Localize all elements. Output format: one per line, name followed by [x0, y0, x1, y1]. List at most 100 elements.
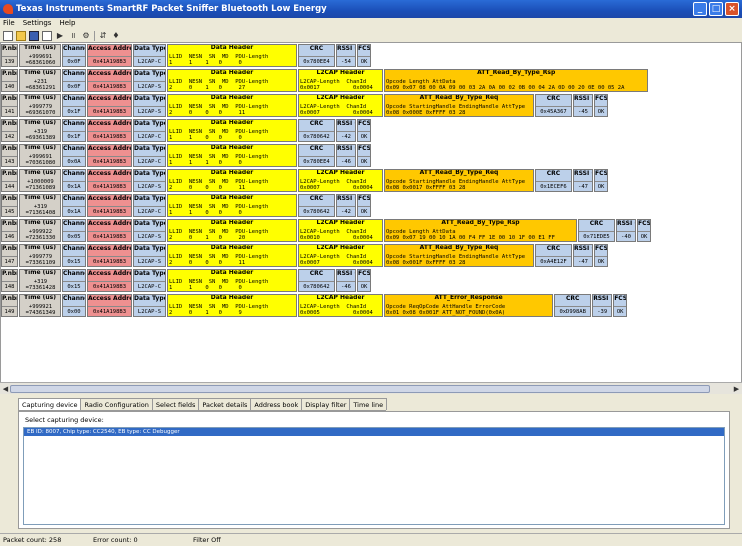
channel: Channel 0x15	[62, 269, 86, 292]
channel: Channel 0x1F	[62, 94, 86, 117]
att-payload-header: ATT_Read_By_Type_Req	[419, 244, 499, 251]
packet-number-value: 143	[2, 156, 17, 166]
packet-row[interactable]: P.nbr.145Time (us)+319=71361408Channel0x…	[1, 194, 371, 217]
data-type-value: L2CAP-C	[134, 131, 165, 141]
packet-row[interactable]: P.nbr.140Time (us)+231=68361291Channel0x…	[1, 69, 649, 92]
data-type-value: L2CAP-S	[134, 81, 165, 91]
menu-settings[interactable]: Settings	[23, 18, 52, 29]
packet-time-line: =69361389	[25, 135, 56, 141]
save-icon[interactable]	[29, 30, 39, 41]
data-type-header: Data Type	[134, 170, 166, 177]
packet-row[interactable]: P.nbr. 139Time (us)+999691=68361060Channe…	[1, 44, 371, 67]
tab-radio-configuration[interactable]: Radio Configuration	[80, 398, 153, 410]
access-address-header: Access Address	[88, 170, 131, 177]
packet-number-value: 146	[2, 231, 17, 241]
crc-value: 0x45A367	[536, 106, 571, 116]
packet-row[interactable]: P.nbr. 147Time (us)+999779=73361109Channe…	[1, 244, 608, 267]
fcs-header: FCS	[358, 120, 371, 127]
channel-value: 0x05	[63, 231, 85, 241]
crc-header: CRC	[565, 295, 580, 302]
data-header-header: Data Header	[210, 219, 254, 226]
packet-number-header: P.nbr.	[2, 295, 17, 302]
packet-list[interactable]: P.nbr.139Time (us)+999691=68361060Channe…	[0, 42, 742, 394]
att-payload-header: ATT_Read_By_Type_Rsp	[477, 69, 556, 76]
tab-packet-details[interactable]: Packet details	[198, 398, 252, 410]
packet-number-value: 148	[2, 281, 17, 291]
maximize-button[interactable]: □	[709, 2, 723, 16]
access-address: Access Address 0x41A198B3	[87, 169, 132, 192]
data-type: Data Type L2CAP-S	[133, 69, 166, 92]
data-header-line: 2 0 1 0 20	[169, 235, 246, 241]
device-list[interactable]: EB ID: 8007, Chip type: CC2540, EB type:…	[23, 427, 725, 525]
fcs-value: OK	[595, 106, 607, 116]
menu-help[interactable]: Help	[59, 18, 75, 29]
pause-icon[interactable]: ॥	[68, 31, 78, 41]
play-icon[interactable]: ▶	[55, 31, 65, 41]
channel-header: Channel	[63, 295, 85, 302]
clear-icon[interactable]	[42, 30, 52, 41]
packet-row[interactable]: P.nbr. 146Time (us)+999922=72361330Channe…	[1, 219, 651, 242]
packet-time: Time (us) +319 =69361389	[19, 119, 61, 142]
att-payload-header: ATT_Read_By_Type_Req	[419, 169, 499, 176]
packet-number: P.nbr. 149	[1, 294, 18, 317]
tab-address-book[interactable]: Address book	[250, 398, 303, 410]
access-address: Access Address 0x41A198B3	[87, 44, 132, 67]
tab-capturing-device[interactable]: Capturing device	[18, 398, 82, 410]
data-header-line: 2 0 0 0 11	[169, 260, 246, 266]
channel: Channel 0x1F	[62, 119, 86, 142]
crc-header: CRC	[309, 145, 324, 152]
fcs-header: FCS	[358, 270, 371, 277]
packet-number-value: 145	[2, 206, 17, 216]
crc: CRC 0x780642	[298, 269, 335, 292]
rssi-header: RSSI (dBm)	[574, 170, 592, 177]
crc: CRC 0xA4E12F	[535, 244, 572, 267]
crc-value: 0xD998AB	[555, 306, 591, 316]
settings-icon[interactable]: ⚙	[81, 31, 91, 41]
packet-row[interactable]: P.nbr.148Time (us)+319=73361428Channel0x…	[1, 269, 371, 292]
packet-number: P.nbr. 144	[1, 169, 18, 192]
packet-row[interactable]: P.nbr. 141Time (us)+999779=69361070Channe…	[1, 94, 608, 117]
packet-time-line: =72361330	[25, 235, 56, 241]
scroll-left-icon[interactable]: ◀	[1, 384, 10, 394]
close-button[interactable]: ×	[725, 2, 739, 16]
device-item[interactable]: EB ID: 8007, Chip type: CC2540, EB type:…	[24, 428, 724, 436]
scrollbar-thumb[interactable]	[10, 385, 710, 393]
data-type-value: L2CAP-S	[134, 231, 165, 241]
tab-time-line[interactable]: Time line	[349, 398, 388, 410]
packet-row[interactable]: P.nbr.142Time (us)+319=69361389Channel0x…	[1, 119, 371, 142]
channel-value: 0x15	[63, 281, 85, 291]
new-document-icon[interactable]	[3, 30, 13, 41]
horizontal-scrollbar[interactable]: ◀ ▶	[0, 382, 742, 394]
crc-header: CRC	[546, 95, 561, 102]
rssi-header: RSSI (dBm)	[337, 145, 355, 152]
access-address-header: Access Address	[88, 95, 131, 102]
rssi-header: RSSI (dBm)	[337, 270, 355, 277]
data-header-header: Data Header	[210, 294, 254, 301]
data-header-line: 2 0 1 0 9	[169, 310, 242, 316]
minimize-button[interactable]: _	[693, 2, 707, 16]
data-header: Data Header LLID NESN SN MD PDU-Length 2 0…	[167, 94, 297, 117]
packet-row[interactable]: P.nbr. 143Time (us)+999691=70361080Channe…	[1, 144, 371, 167]
att-payload-header: ATT_Error_Response	[434, 294, 503, 301]
packet-number-header: P.nbr.	[2, 270, 17, 277]
att-payload-line: 0x09 0x07 08 00 0A 09 00 03 2A 0A 00 02 …	[386, 85, 625, 91]
filter-icon[interactable]: ⇵	[98, 31, 108, 41]
l2cap-header: L2CAP Header L2CAP-Length ChanId 0x0017 0x…	[298, 69, 383, 92]
packet-time: Time (us) +999922 =72361330	[19, 219, 61, 242]
window-title: Texas Instruments SmartRF Packet Sniffer…	[16, 4, 327, 14]
data-header-header: Data Header	[210, 94, 254, 101]
open-folder-icon[interactable]	[16, 30, 26, 41]
crc: CRC 0x780642	[298, 119, 335, 142]
packet-row[interactable]: P.nbr. 149Time (us)+999921=74361349Channe…	[1, 294, 628, 317]
data-header-header: Data Header	[210, 169, 254, 176]
tab-display-filter[interactable]: Display filter	[301, 398, 351, 410]
data-type-value: L2CAP-S	[134, 106, 165, 116]
packet-row[interactable]: P.nbr. 144Time (us)+1000009=71361089Chann…	[1, 169, 608, 192]
menu-file[interactable]: File	[3, 18, 15, 29]
channel-value: 0x1A	[63, 206, 85, 216]
data-type-value: L2CAP-S	[134, 256, 165, 266]
address-icon[interactable]: ♦	[111, 31, 121, 41]
access-address-value: 0x41A198B3	[88, 106, 131, 116]
scroll-right-icon[interactable]: ▶	[732, 384, 741, 394]
tab-select-fields[interactable]: Select fields	[151, 398, 200, 410]
